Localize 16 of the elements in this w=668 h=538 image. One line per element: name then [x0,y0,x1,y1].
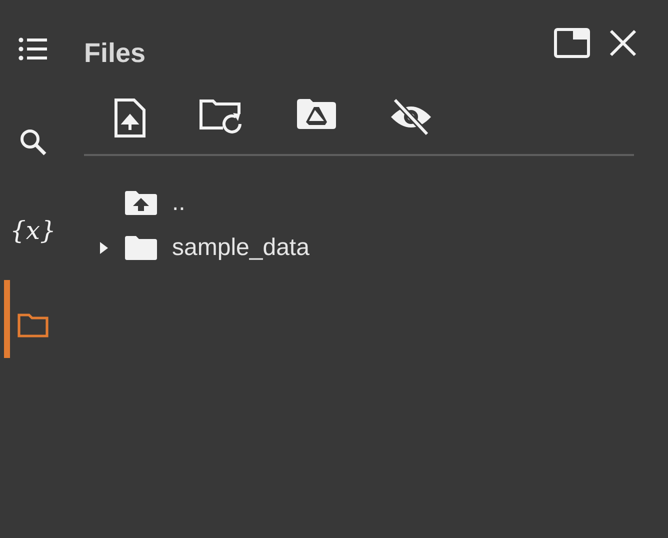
folder-icon [17,312,49,338]
file-name[interactable]: .. [172,188,186,216]
list-icon [18,36,48,62]
variables-icon: {x} [10,216,56,246]
folder-icon [124,234,158,260]
window-icon[interactable] [554,28,590,58]
file-upload-icon [113,98,147,138]
search-icon [19,128,47,156]
folder-up-icon [124,190,158,216]
drive-folder-icon [295,98,337,130]
expand-caret-icon[interactable] [98,240,110,256]
file-name[interactable]: sample_data [172,234,310,262]
eye-off-icon [389,98,433,136]
folder-refresh-icon [199,98,243,134]
close-icon[interactable] [608,28,638,58]
panel-title: Files [84,38,146,68]
